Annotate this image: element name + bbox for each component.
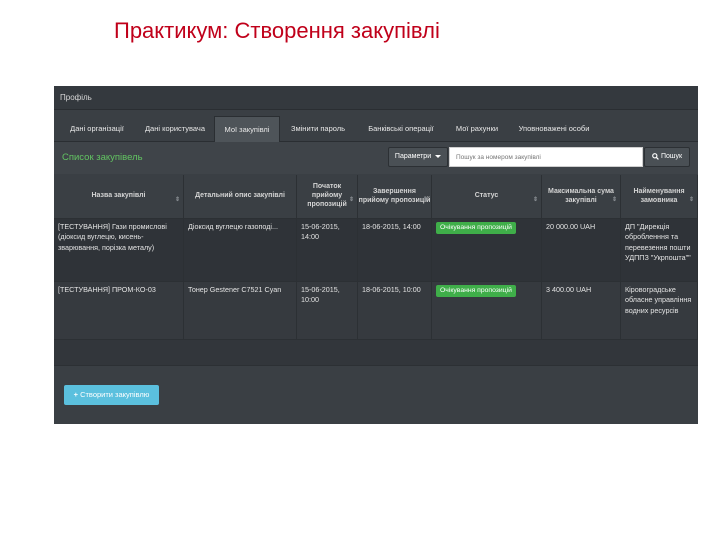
sort-icon: ⇕ [174, 196, 180, 203]
cell-start: 15-06-2015, 14:00 [297, 219, 358, 282]
cell-status: Очікування пропозицій [432, 282, 542, 340]
create-procurement-label: Створити закупівлю [80, 390, 150, 399]
tab-my-procurements[interactable]: Мої закупівлі [214, 116, 280, 142]
create-procurement-button[interactable]: + Створити закупівлю [64, 385, 159, 405]
profile-bar[interactable]: Профіль [54, 86, 698, 110]
sort-icon: ⇕ [422, 196, 428, 203]
tab-bank-operations[interactable]: Банківські операції [356, 116, 446, 142]
cell-end: 18-06-2015, 14:00 [358, 219, 432, 282]
tab-user-data[interactable]: Дані користувача [136, 116, 214, 142]
sort-icon: ⇕ [532, 196, 538, 203]
cell-end: 18-06-2015, 10:00 [358, 282, 432, 340]
tab-organization-data[interactable]: Дані організації [58, 116, 136, 142]
column-header-description[interactable]: Детальний опис закупівлі [184, 175, 297, 219]
column-header-label: Завершення прийому пропозицій [358, 187, 431, 204]
sort-icon: ⇕ [348, 196, 354, 203]
column-header-customer[interactable]: Найменування замовника ⇕ [621, 175, 698, 219]
status-badge: Очікування пропозицій [436, 222, 516, 234]
cell-name[interactable]: [ТЕСТУВАННЯ] Гази промислові (діоксид ву… [54, 219, 184, 282]
column-header-status[interactable]: Статус ⇕ [432, 175, 542, 219]
column-header-start[interactable]: Початок прийому пропозицій ⇕ [297, 175, 358, 219]
column-header-amount[interactable]: Максимальна сума закупівлі ⇕ [542, 175, 621, 219]
cell-customer: ДП "Дирекція обробленння та перевезення … [621, 219, 698, 282]
tab-authorized-persons[interactable]: Уповноважені особи [508, 116, 600, 142]
cell-customer: Кіровоградське обласне управління водних… [621, 282, 698, 340]
parameters-label: Параметри [394, 153, 432, 160]
column-header-label: Максимальна сума закупівлі [548, 187, 614, 204]
table-footer-row [54, 340, 698, 366]
sort-icon: ⇕ [688, 196, 694, 203]
cell-amount: 20 000.00 UAH [542, 219, 621, 282]
search-button-label: Пошук [660, 153, 683, 160]
cell-name[interactable]: [ТЕСТУВАННЯ] ПРОМ-КО-03 [54, 282, 184, 340]
cell-amount: 3 400.00 UAH [542, 282, 621, 340]
tab-change-password[interactable]: Змінити пароль [280, 116, 356, 142]
status-badge: Очікування пропозицій [436, 285, 516, 297]
search-input[interactable] [449, 147, 643, 167]
cell-status: Очікування пропозицій [432, 219, 542, 282]
procurement-app-window: Профіль Дані організації Дані користувач… [54, 86, 698, 424]
slide-title: Практикум: Створення закупівлі [114, 18, 440, 43]
nav-tabs: Дані організації Дані користувача Мої за… [54, 112, 698, 142]
caret-down-icon [435, 154, 442, 158]
tab-my-accounts[interactable]: Мої рахунки [446, 116, 508, 142]
column-header-label: Детальний опис закупівлі [195, 192, 285, 200]
parameters-dropdown-button[interactable]: Параметри [388, 147, 448, 167]
cell-description: Тонер Gestener C7521 Cyan [184, 282, 297, 340]
sort-icon: ⇕ [611, 196, 617, 203]
column-header-label: Статус [474, 192, 499, 200]
cell-start: 15-06-2015, 10:00 [297, 282, 358, 340]
column-header-label: Найменування замовника [633, 187, 685, 204]
search-icon [652, 152, 659, 160]
profile-label[interactable]: Профіль [60, 93, 92, 102]
search-button[interactable]: Пошук [644, 147, 690, 167]
column-header-name[interactable]: Назва закупівлі ⇕ [54, 175, 184, 219]
procurement-list-title: Список закупівель [62, 152, 143, 163]
plus-icon: + [73, 390, 79, 399]
cell-description: Діоксид вуглецю газоподі... [184, 219, 297, 282]
panel-header: Список закупівель Параметри Пошук [54, 142, 698, 174]
column-header-end[interactable]: Завершення прийому пропозицій ⇕ [358, 175, 432, 219]
column-header-label: Назва закупівлі [91, 192, 146, 200]
